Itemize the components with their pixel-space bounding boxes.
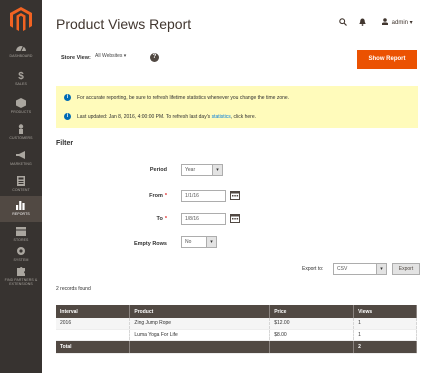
to-date-input[interactable]: 1/8/16 bbox=[181, 213, 226, 225]
admin-user-menu[interactable]: admin ▾ bbox=[382, 18, 413, 26]
column-header-price[interactable]: Price bbox=[269, 305, 355, 318]
cell-price: $8.00 bbox=[269, 329, 355, 341]
export-button[interactable]: Export bbox=[392, 263, 420, 275]
sidebar-item-label: Sales bbox=[15, 82, 27, 86]
sidebar-item-label: Dashboard bbox=[9, 54, 33, 58]
sidebar-item-label: Products bbox=[10, 110, 32, 114]
empty-rows-select[interactable]: No ▾ bbox=[181, 236, 217, 248]
megaphone-icon bbox=[16, 151, 25, 159]
statistics-link[interactable]: statistics bbox=[212, 114, 231, 120]
sidebar-item-dashboard[interactable]: Dashboard bbox=[0, 38, 42, 68]
admin-username: admin ▾ bbox=[391, 20, 413, 26]
info-icon: i bbox=[64, 113, 71, 120]
message-timezone: i For accurate reporting, be sure to refr… bbox=[64, 94, 289, 101]
cell-price: $12.00 bbox=[269, 318, 355, 330]
from-label: From * bbox=[149, 193, 167, 199]
cube-icon bbox=[16, 98, 26, 108]
cell-product: Zing Jump Rope bbox=[129, 318, 271, 330]
sidebar-item-reports[interactable]: Reports bbox=[0, 196, 42, 222]
total-price bbox=[269, 340, 355, 354]
total-product bbox=[129, 340, 271, 354]
admin-sidebar: Dashboard $ Sales Products Customers Mar… bbox=[0, 0, 42, 373]
notice-messages: i For accurate reporting, be sure to refr… bbox=[56, 86, 418, 128]
total-label: Total bbox=[56, 340, 131, 354]
records-found: 2 records found bbox=[56, 286, 91, 292]
export-format-select[interactable]: CSV ▾ bbox=[333, 263, 387, 275]
sidebar-item-sales[interactable]: $ Sales bbox=[0, 66, 42, 96]
sidebar-item-label: Reports bbox=[12, 212, 30, 216]
dollar-icon: $ bbox=[18, 71, 24, 80]
search-icon[interactable] bbox=[339, 18, 347, 26]
period-label: Period bbox=[149, 167, 167, 173]
cell-interval bbox=[56, 329, 131, 341]
to-label: To * bbox=[156, 216, 167, 222]
from-date-input[interactable]: 1/1/16 bbox=[181, 190, 226, 202]
puzzle-icon bbox=[17, 267, 25, 276]
person-icon bbox=[18, 124, 24, 134]
message-last-updated: i Last updated: Jan 8, 2016, 4:00:00 PM. … bbox=[64, 113, 256, 120]
empty-rows-label: Empty Rows bbox=[133, 241, 167, 247]
period-select[interactable]: Year ▾ bbox=[181, 164, 223, 176]
magento-logo[interactable] bbox=[9, 6, 33, 32]
show-report-button[interactable]: Show Report bbox=[357, 50, 417, 69]
store-icon bbox=[16, 227, 26, 236]
bell-icon[interactable] bbox=[359, 18, 366, 26]
cell-views: 1 bbox=[353, 318, 417, 330]
chevron-down-icon: ▾ bbox=[212, 165, 222, 175]
calendar-icon[interactable] bbox=[230, 190, 240, 200]
table-row: 2016 Zing Jump Rope $12.00 1 bbox=[56, 318, 417, 330]
cell-views: 1 bbox=[353, 329, 417, 341]
sidebar-item-label: Find Partners & Extensions bbox=[4, 278, 38, 286]
export-label: Export to: bbox=[302, 266, 324, 272]
column-header-product[interactable]: Product bbox=[129, 305, 271, 318]
store-view-label: Store View: bbox=[61, 55, 91, 61]
info-icon: i bbox=[64, 94, 71, 101]
cell-product: Luma Yoga For Life bbox=[129, 329, 271, 341]
sidebar-item-label: Marketing bbox=[10, 162, 32, 166]
column-header-views[interactable]: Views bbox=[353, 305, 417, 318]
filter-title: Filter bbox=[56, 140, 74, 147]
table-row: Luma Yoga For Life $8.00 1 bbox=[56, 329, 417, 341]
page-title: Product Views Report bbox=[56, 16, 192, 32]
total-views: 2 bbox=[353, 340, 417, 354]
column-header-interval[interactable]: Interval bbox=[56, 305, 131, 318]
store-view-switcher[interactable]: All Websites ▾ bbox=[95, 53, 126, 59]
cell-interval: 2016 bbox=[56, 318, 131, 330]
bar-chart-icon bbox=[16, 201, 25, 210]
report-grid: Interval Product Price Views 2016 Zing J… bbox=[56, 305, 417, 354]
totals-row: Total 2 bbox=[56, 340, 417, 354]
sidebar-item-label: Customers bbox=[9, 136, 33, 140]
calendar-icon[interactable] bbox=[230, 213, 240, 223]
user-icon bbox=[382, 18, 388, 25]
sidebar-item-label: Content bbox=[12, 188, 30, 192]
svg-text:$: $ bbox=[18, 71, 24, 80]
chevron-down-icon: ▾ bbox=[206, 237, 216, 247]
sidebar-item-partners[interactable]: Find Partners & Extensions bbox=[0, 262, 42, 296]
dashboard-icon bbox=[16, 45, 26, 52]
gear-icon bbox=[17, 247, 25, 255]
help-icon[interactable]: ? bbox=[150, 53, 159, 62]
layout-icon bbox=[17, 176, 25, 186]
chevron-down-icon: ▾ bbox=[376, 264, 386, 274]
